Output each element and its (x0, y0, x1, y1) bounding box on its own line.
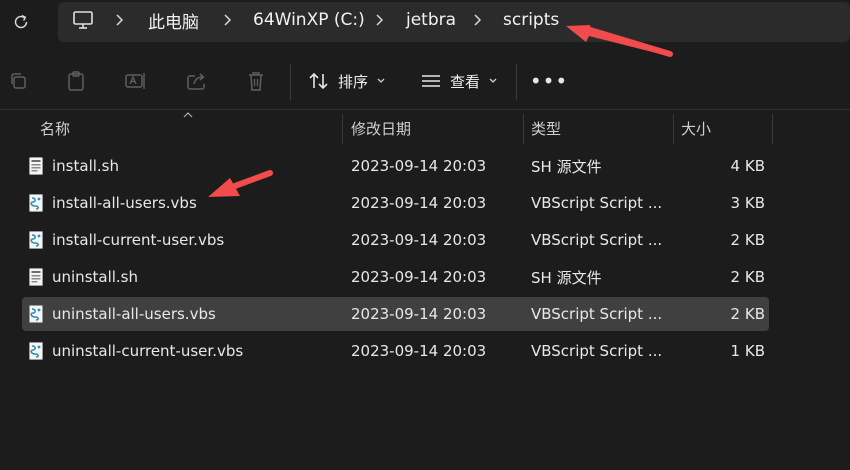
file-row[interactable]: install.sh 2023-09-14 20:03 SH 源文件 4 KB (22, 149, 769, 183)
file-type: SH 源文件 (531, 268, 602, 287)
vbs-file-icon (29, 231, 43, 249)
column-header-type[interactable]: 类型 (531, 110, 561, 146)
file-type: VBScript Script ... (531, 305, 663, 323)
chevron-right-icon[interactable] (374, 0, 384, 40)
rename-icon (125, 73, 145, 89)
file-modified: 2023-09-14 20:03 (351, 342, 487, 360)
file-size: 2 KB (730, 268, 765, 286)
file-row[interactable]: install-all-users.vbs 2023-09-14 20:03 V… (22, 186, 769, 220)
vbs-file-icon (29, 342, 43, 360)
sort-ascending-caret-icon (183, 112, 193, 118)
copy-button[interactable] (5, 68, 31, 94)
file-size: 1 KB (730, 342, 765, 360)
column-header-name[interactable]: 名称 (40, 110, 70, 146)
file-name: uninstall-all-users.vbs (52, 305, 216, 323)
vbs-file-icon (29, 305, 43, 323)
chevron-right-icon[interactable] (114, 0, 124, 40)
file-type: VBScript Script ... (531, 231, 663, 249)
breadcrumb-item-this-pc[interactable]: 此电脑 (148, 0, 199, 40)
view-label: 查看 (450, 72, 481, 91)
column-header-size[interactable]: 大小 (681, 110, 711, 146)
file-row-selected[interactable]: uninstall-all-users.vbs 2023-09-14 20:03… (22, 297, 769, 331)
file-row[interactable]: uninstall.sh 2023-09-14 20:03 SH 源文件 2 K… (22, 260, 769, 294)
file-row[interactable]: install-current-user.vbs 2023-09-14 20:0… (22, 223, 769, 257)
chevron-right-icon[interactable] (222, 0, 232, 40)
copy-icon (11, 73, 26, 89)
view-icon (422, 75, 440, 87)
vbs-file-icon (29, 194, 43, 212)
file-type: VBScript Script ... (531, 194, 663, 212)
refresh-icon (14, 14, 28, 29)
file-size: 2 KB (730, 231, 765, 249)
file-type: VBScript Script ... (531, 342, 663, 360)
column-divider[interactable] (673, 114, 674, 144)
file-size: 3 KB (730, 194, 765, 212)
toolbar-divider (516, 64, 517, 100)
column-divider[interactable] (772, 114, 773, 144)
chevron-down-icon (489, 78, 497, 83)
breadcrumb-item-drive[interactable]: 64WinXP (C:) (253, 0, 365, 40)
refresh-button[interactable] (6, 8, 36, 36)
delete-button[interactable] (243, 68, 269, 94)
sh-file-icon (29, 157, 43, 175)
column-divider[interactable] (342, 114, 343, 144)
sort-icon (309, 72, 328, 90)
view-button[interactable]: 查看 (420, 66, 498, 96)
file-name: uninstall.sh (52, 268, 139, 286)
sort-button[interactable]: 排序 (308, 66, 386, 96)
file-size: 2 KB (730, 305, 765, 323)
file-modified: 2023-09-14 20:03 (351, 231, 487, 249)
file-name: install.sh (52, 157, 119, 175)
file-modified: 2023-09-14 20:03 (351, 194, 487, 212)
toolbar-divider (290, 64, 291, 100)
file-modified: 2023-09-14 20:03 (351, 305, 487, 323)
paste-button[interactable] (63, 68, 89, 94)
file-modified: 2023-09-14 20:03 (351, 157, 487, 175)
sort-label: 排序 (338, 72, 369, 91)
breadcrumb-item-scripts[interactable]: scripts (503, 0, 559, 40)
share-button[interactable] (184, 68, 210, 94)
file-row[interactable]: uninstall-current-user.vbs 2023-09-14 20… (22, 334, 769, 368)
share-icon (187, 73, 205, 90)
rename-button[interactable] (123, 68, 149, 94)
computer-icon[interactable] (72, 10, 94, 30)
file-name: uninstall-current-user.vbs (52, 342, 244, 360)
clipboard-icon (68, 71, 84, 91)
breadcrumb-item-jetbra[interactable]: jetbra (406, 0, 456, 40)
command-bar: 排序 查看 ••• (0, 56, 850, 108)
address-bar-row: 此电脑 64WinXP (C:) jetbra scripts (0, 0, 850, 44)
file-name: install-all-users.vbs (52, 194, 197, 212)
sh-file-icon (29, 268, 43, 286)
file-name: install-current-user.vbs (52, 231, 225, 249)
more-options-button[interactable]: ••• (530, 68, 567, 94)
file-size: 4 KB (730, 157, 765, 175)
chevron-down-icon (377, 78, 385, 83)
column-header-row: 名称 修改日期 类型 大小 (0, 109, 850, 145)
file-type: SH 源文件 (531, 157, 602, 176)
trash-icon (249, 72, 263, 91)
chevron-right-icon[interactable] (472, 0, 482, 40)
column-header-modified[interactable]: 修改日期 (351, 110, 411, 146)
column-divider[interactable] (523, 114, 524, 144)
file-modified: 2023-09-14 20:03 (351, 268, 487, 286)
